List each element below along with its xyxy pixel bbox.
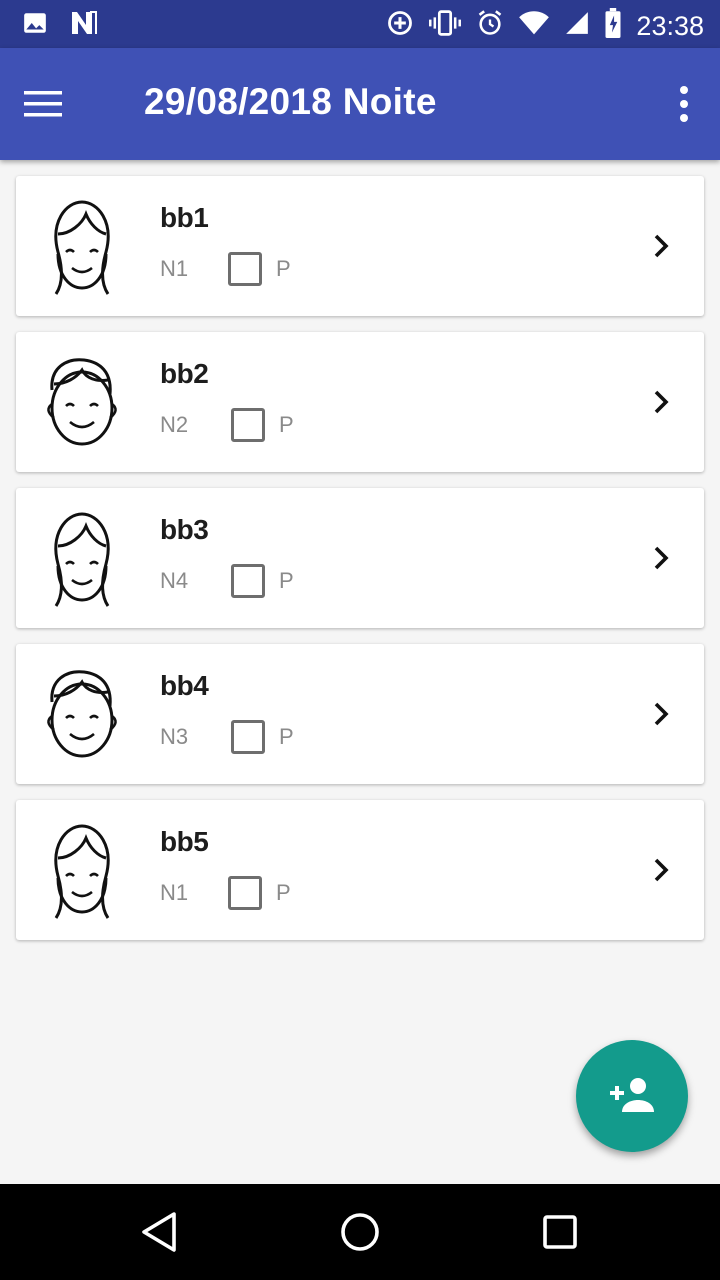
present-checkbox[interactable] — [228, 876, 262, 910]
boy-face-icon — [36, 662, 128, 766]
child-level: N2 — [160, 412, 189, 437]
girl-face-icon — [36, 506, 128, 610]
chevron-right-icon[interactable] — [648, 386, 676, 418]
child-name: bb1 — [160, 202, 209, 233]
battery-charging-icon — [604, 8, 622, 43]
child-level: N4 — [160, 568, 189, 593]
present-label: P — [276, 256, 291, 281]
chevron-right-icon[interactable] — [648, 230, 676, 262]
child-level: N3 — [160, 724, 189, 749]
app-bar: 29/08/2018 Noite — [0, 48, 720, 160]
vibrate-icon — [428, 9, 462, 42]
boy-face-icon — [36, 350, 128, 454]
present-label: P — [276, 880, 291, 905]
child-name: bb5 — [160, 826, 209, 857]
recents-icon[interactable] — [536, 1208, 584, 1256]
cell-signal-icon — [564, 10, 590, 41]
child-card[interactable]: bb1 N1 P — [16, 176, 704, 316]
child-level: N1 — [160, 880, 189, 905]
back-icon[interactable] — [136, 1208, 184, 1256]
add-person-icon — [608, 1074, 656, 1119]
image-icon — [22, 10, 48, 41]
child-name: bb3 — [160, 514, 209, 545]
chevron-right-icon[interactable] — [648, 698, 676, 730]
status-time: 23:38 — [636, 10, 704, 41]
present-checkbox[interactable] — [228, 252, 262, 286]
alarm-icon — [476, 9, 504, 42]
wifi-icon — [518, 10, 550, 41]
present-checkbox[interactable] — [231, 720, 265, 754]
home-icon[interactable] — [336, 1208, 384, 1256]
child-card[interactable]: bb4 N3 P — [16, 644, 704, 784]
present-checkbox[interactable] — [231, 408, 265, 442]
present-checkbox[interactable] — [231, 564, 265, 598]
child-card[interactable]: bb2 N2 P — [16, 332, 704, 472]
child-card[interactable]: bb5 N1 P — [16, 800, 704, 940]
hamburger-menu-icon[interactable] — [24, 80, 88, 128]
child-name: bb2 — [160, 358, 209, 389]
child-level: N1 — [160, 256, 189, 281]
present-label: P — [279, 412, 294, 437]
more-vert-icon[interactable] — [656, 78, 696, 130]
child-card[interactable]: bb3 N4 P — [16, 488, 704, 628]
page-title: 29/08/2018 Noite — [144, 81, 437, 122]
girl-face-icon — [36, 194, 128, 298]
child-name: bb4 — [160, 670, 209, 701]
chevron-right-icon[interactable] — [648, 542, 676, 574]
girl-face-icon — [36, 818, 128, 922]
status-bar: 23:38 — [0, 0, 720, 48]
system-nav-bar — [0, 1184, 720, 1280]
children-list: bb1 N1 P bb2 N2 P bb3 N4 P bb4 N3 P bb5 … — [16, 176, 704, 956]
n-notification-icon — [70, 10, 98, 41]
present-label: P — [279, 724, 294, 749]
present-label: P — [279, 568, 294, 593]
chevron-right-icon[interactable] — [648, 854, 676, 886]
data-saver-icon — [386, 9, 414, 42]
add-child-button[interactable] — [576, 1040, 688, 1152]
